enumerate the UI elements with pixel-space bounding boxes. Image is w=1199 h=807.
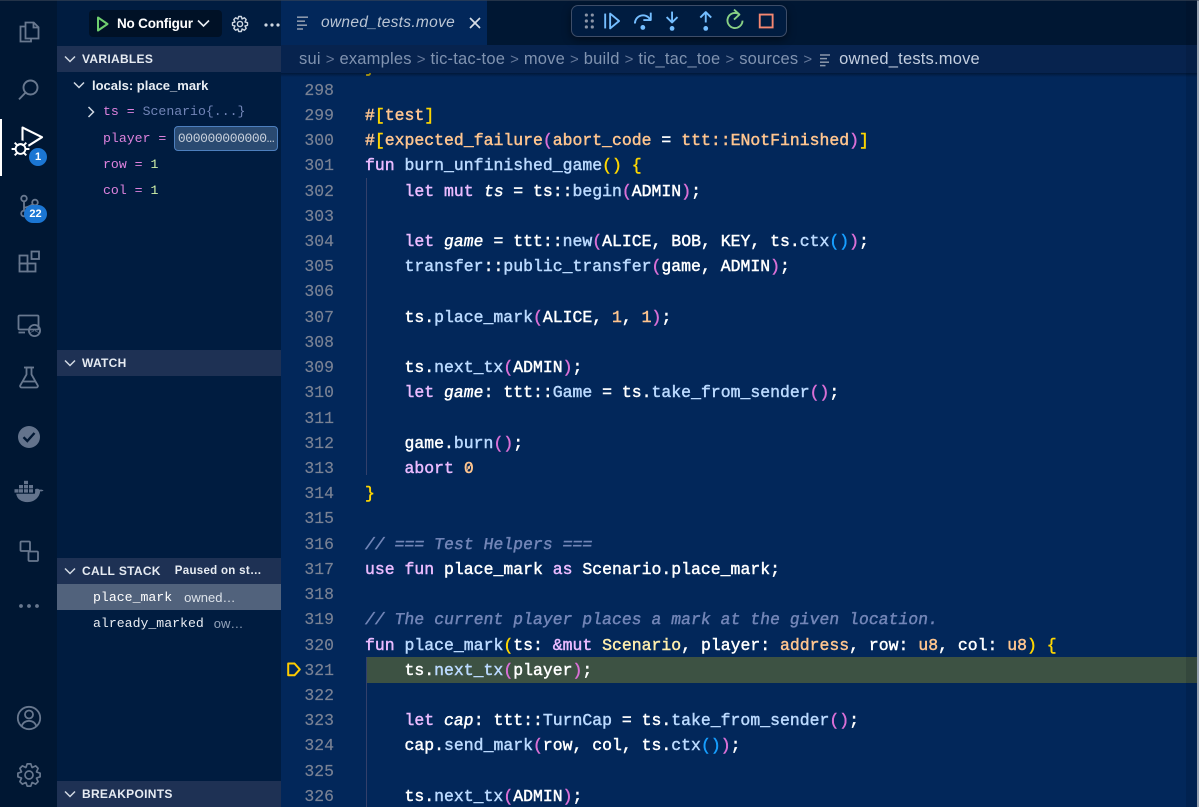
svg-text:><: >< — [29, 327, 39, 336]
